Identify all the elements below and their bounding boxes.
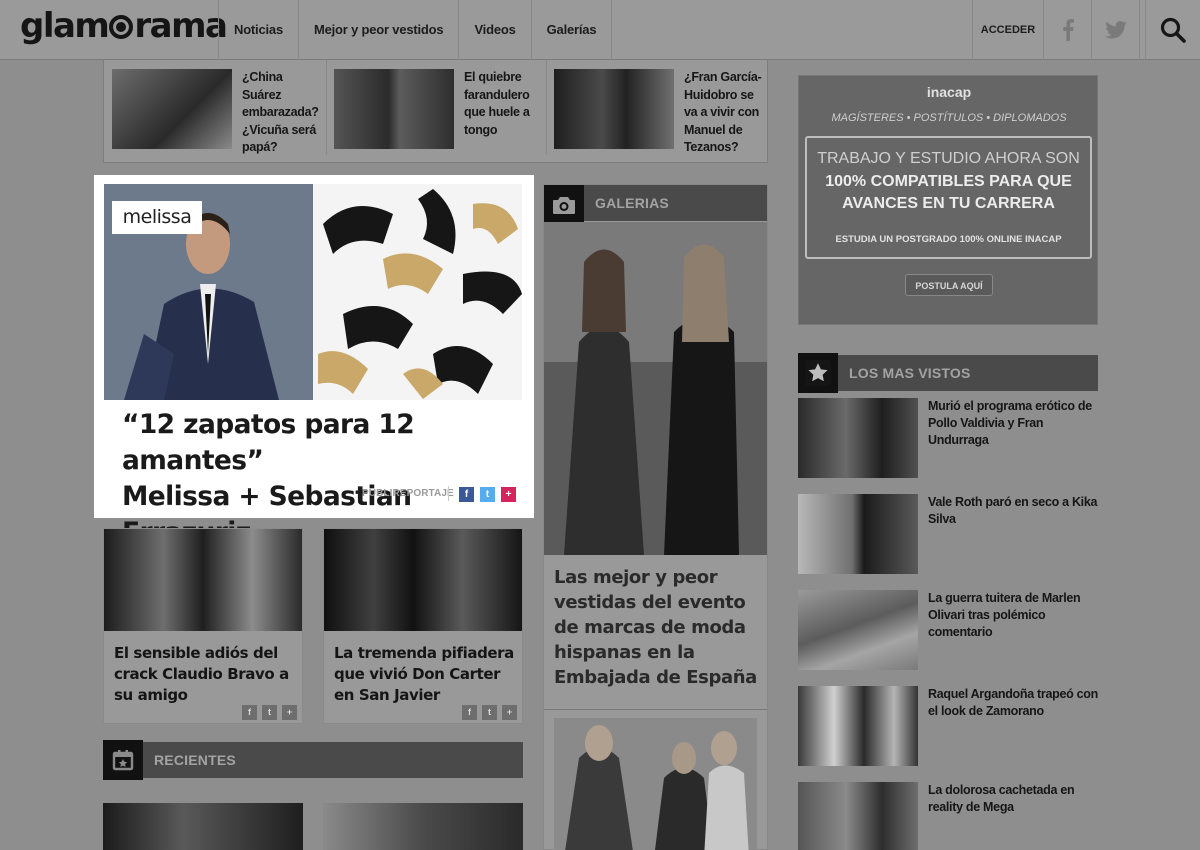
star-icon bbox=[798, 353, 838, 393]
nav-item-galerias[interactable]: Galerías bbox=[532, 0, 613, 60]
nav-item-noticias[interactable]: Noticias bbox=[219, 0, 299, 60]
nav-item-mejor-peor-vestidos[interactable]: Mejor y peor vestidos bbox=[299, 0, 460, 60]
news-card-image[interactable] bbox=[324, 529, 522, 631]
ad-line: TRABAJO Y ESTUDIO AHORA SON bbox=[817, 150, 1080, 167]
most-viewed-thumbnail[interactable] bbox=[798, 494, 918, 574]
strip-item-title[interactable]: ¿China Suárez embarazada? ¿Vicuña será p… bbox=[242, 69, 322, 157]
most-viewed-item[interactable]: La guerra tuitera de Marlen Olivari tras… bbox=[798, 590, 1098, 670]
search-icon[interactable] bbox=[1145, 0, 1200, 60]
strip-item[interactable]: El quiebre farandulero que huele a tongo bbox=[334, 69, 546, 149]
gallery-image[interactable] bbox=[544, 222, 767, 555]
gallery-image[interactable] bbox=[554, 718, 757, 850]
most-viewed-thumbnail[interactable] bbox=[798, 782, 918, 850]
news-thumbnail[interactable] bbox=[112, 69, 232, 149]
section-title: LOS MAS VISTOS bbox=[849, 365, 971, 381]
most-viewed-item[interactable]: La dolorosa cachetada en reality de Mega bbox=[798, 782, 1098, 850]
sponsored-tag: PUBLIREPORTAJE bbox=[362, 488, 454, 499]
section-title: RECIENTES bbox=[154, 752, 236, 768]
calendar-icon bbox=[103, 740, 143, 780]
strip-item[interactable]: ¿Fran García-Huidobro se va a vivir con … bbox=[554, 69, 766, 154]
recent-thumbnail[interactable] bbox=[103, 803, 303, 850]
most-viewed-item[interactable]: Murió el programa erótico de Pollo Valdi… bbox=[798, 398, 1098, 478]
nav-item-videos[interactable]: Videos bbox=[459, 0, 532, 60]
strip-item-title[interactable]: El quiebre farandulero que huele a tongo bbox=[464, 69, 539, 139]
news-thumbnail[interactable] bbox=[554, 69, 674, 149]
recientes-section-header: RECIENTES bbox=[103, 740, 523, 780]
advertisement-banner[interactable]: inacap MAGÍSTERES • POSTÍTULOS • DIPLOMA… bbox=[798, 75, 1098, 325]
galerias-column: GALERIAS Las mejor y peor vestidas del e… bbox=[543, 184, 768, 850]
ad-line: ESTUDIA UN POSTGRADO 100% ONLINE INACAP bbox=[835, 234, 1062, 245]
featured-image-shoes[interactable] bbox=[313, 184, 522, 400]
news-card[interactable]: La tremenda pifiadera que vivió Don Cart… bbox=[323, 528, 523, 724]
galerias-section-header: GALERIAS bbox=[544, 185, 767, 225]
most-viewed-title[interactable]: Raquel Argandoña trapeó con el look de Z… bbox=[928, 686, 1098, 720]
twitter-icon[interactable] bbox=[1092, 0, 1140, 60]
most-viewed-thumbnail[interactable] bbox=[798, 590, 918, 670]
most-viewed-section-header: LOS MAS VISTOS bbox=[798, 353, 1098, 393]
most-viewed-item[interactable]: Vale Roth paró en seco a Kika Silva bbox=[798, 494, 1098, 574]
ad-apply-button[interactable]: POSTULA AQUÍ bbox=[905, 274, 993, 296]
featured-article[interactable]: melissa “12 zapatos para 12 amantes” Meli… bbox=[94, 175, 534, 548]
featured-image-model[interactable]: melissa bbox=[104, 184, 313, 400]
most-viewed-title[interactable]: La dolorosa cachetada en reality de Mega bbox=[928, 782, 1098, 816]
news-card[interactable]: El sensible adiós del crack Claudio Brav… bbox=[103, 528, 303, 724]
ad-message-box: TRABAJO Y ESTUDIO AHORA SON 100% COMPATI… bbox=[805, 136, 1092, 259]
twitter-share-icon[interactable]: t bbox=[262, 705, 277, 720]
ad-line: AVANCES EN TU CARRERA bbox=[842, 195, 1055, 212]
plus-share-icon[interactable]: + bbox=[282, 705, 297, 720]
section-title: GALERIAS bbox=[595, 195, 669, 211]
ad-logo: inacap bbox=[926, 84, 972, 100]
most-viewed-title[interactable]: La guerra tuitera de Marlen Olivari tras… bbox=[928, 590, 1098, 641]
strip-item-title[interactable]: ¿Fran García-Huidobro se va a vivir con … bbox=[684, 69, 762, 157]
facebook-share-icon[interactable]: f bbox=[242, 705, 257, 720]
news-card-title[interactable]: El sensible adiós del crack Claudio Brav… bbox=[114, 643, 299, 706]
recent-thumbnail[interactable] bbox=[323, 803, 523, 850]
news-card-image[interactable] bbox=[104, 529, 302, 631]
most-viewed-title[interactable]: Murió el programa erótico de Pollo Valdi… bbox=[928, 398, 1098, 449]
most-viewed-item[interactable]: Raquel Argandoña trapeó con el look de Z… bbox=[798, 686, 1098, 766]
site-header: glam rama Noticias Mejor y peor vestidos … bbox=[0, 0, 1200, 60]
facebook-icon[interactable] bbox=[1044, 0, 1092, 60]
most-viewed-title[interactable]: Vale Roth paró en seco a Kika Silva bbox=[928, 494, 1098, 528]
ad-subtitle: MAGÍSTERES • POSTÍTULOS • DIPLOMADOS bbox=[831, 112, 1067, 124]
twitter-share-icon[interactable]: t bbox=[482, 705, 497, 720]
news-card-title[interactable]: La tremenda pifiadera que vivió Don Cart… bbox=[334, 643, 519, 706]
plus-share-icon[interactable]: + bbox=[501, 487, 516, 502]
top-news-strip: ¿China Suárez embarazada? ¿Vicuña será p… bbox=[103, 60, 768, 163]
facebook-share-icon[interactable]: f bbox=[459, 487, 474, 502]
facebook-share-icon[interactable]: f bbox=[462, 705, 477, 720]
news-thumbnail[interactable] bbox=[334, 69, 454, 149]
strip-item[interactable]: ¿China Suárez embarazada? ¿Vicuña será p… bbox=[112, 69, 324, 154]
camera-icon bbox=[544, 185, 584, 225]
ad-line: 100% COMPATIBLES PARA QUE bbox=[825, 173, 1072, 190]
brand-badge: melissa bbox=[112, 201, 202, 234]
most-viewed-thumbnail[interactable] bbox=[798, 686, 918, 766]
site-logo[interactable]: glam rama bbox=[20, 6, 228, 46]
plus-share-icon[interactable]: + bbox=[502, 705, 517, 720]
login-button[interactable]: ACCEDER bbox=[972, 0, 1044, 60]
gallery-title[interactable]: Las mejor y peor vestidas del evento de … bbox=[554, 565, 759, 690]
twitter-share-icon[interactable]: t bbox=[480, 487, 495, 502]
most-viewed-thumbnail[interactable] bbox=[798, 398, 918, 478]
main-nav: Noticias Mejor y peor vestidos Videos Ga… bbox=[218, 0, 613, 60]
